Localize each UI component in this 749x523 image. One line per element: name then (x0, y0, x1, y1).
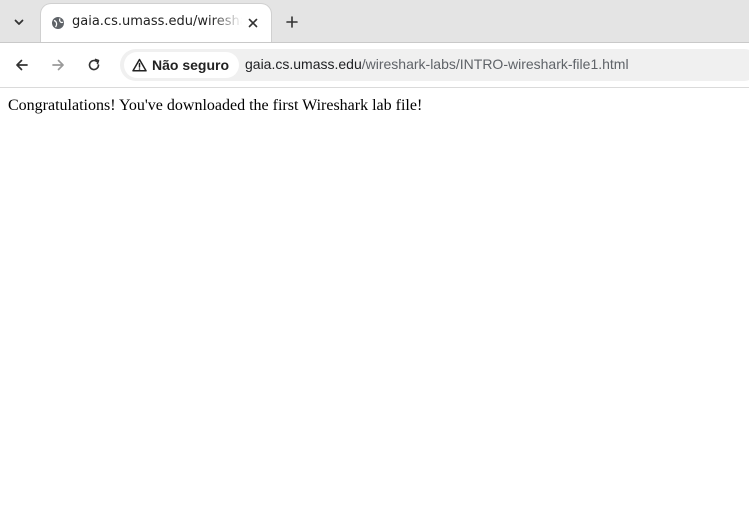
new-tab-button[interactable] (280, 10, 304, 34)
url-path: /wireshark-labs/INTRO-wireshark-file1.ht… (361, 56, 629, 72)
page-content: Congratulations! You've downloaded the f… (0, 88, 749, 523)
url-text[interactable]: gaia.cs.umass.edu/wireshark-labs/INTRO-w… (245, 56, 629, 72)
tab-strip: gaia.cs.umass.edu/wireshark-labs/INTRO-w… (0, 0, 749, 43)
close-tab-button[interactable] (243, 13, 263, 33)
reload-icon (88, 58, 100, 71)
chevron-down-icon (14, 19, 24, 25)
tab-list-button[interactable] (6, 9, 32, 35)
warning-triangle-icon (132, 58, 147, 72)
reload-button[interactable] (80, 51, 108, 79)
url-host: gaia.cs.umass.edu (245, 56, 362, 72)
back-button[interactable] (8, 51, 36, 79)
security-label: Não seguro (152, 57, 230, 73)
close-icon (248, 18, 258, 28)
navigation-toolbar: Não seguro gaia.cs.umass.edu/wireshark-l… (0, 43, 749, 88)
arrow-left-icon (16, 59, 28, 71)
forward-button[interactable] (44, 51, 72, 79)
tab-title: gaia.cs.umass.edu/wireshark-labs/INTRO-w… (72, 14, 242, 29)
arrow-right-icon (52, 59, 64, 71)
tab-active[interactable]: gaia.cs.umass.edu/wireshark-labs/INTRO-w… (41, 4, 271, 42)
address-bar[interactable]: Não seguro gaia.cs.umass.edu/wireshark-l… (120, 49, 749, 81)
plus-icon (286, 16, 298, 28)
security-indicator[interactable]: Não seguro (124, 52, 240, 78)
page-message: Congratulations! You've downloaded the f… (8, 97, 423, 114)
globe-icon (52, 17, 64, 29)
